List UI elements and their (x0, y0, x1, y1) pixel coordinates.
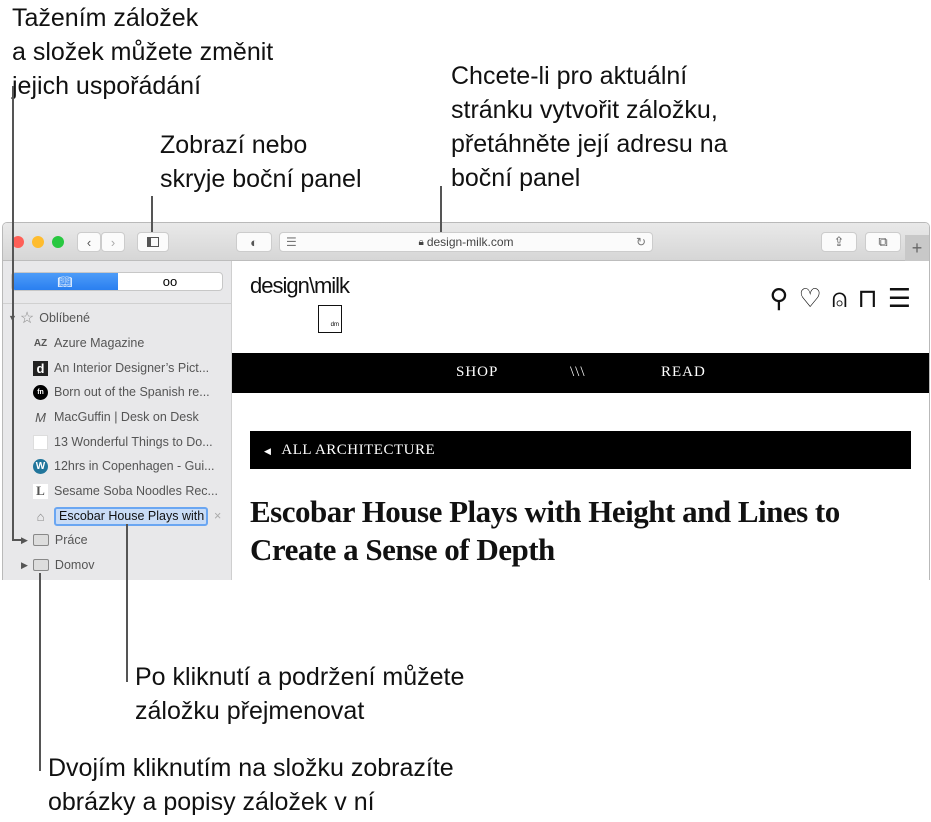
bookmark-item[interactable]: 13 Wonderful Things to Do... (33, 430, 213, 454)
reading-list-tab[interactable]: oo (118, 273, 222, 290)
chevron-right-icon: › (110, 234, 116, 250)
sidebar-tabs: 📖︎ oo (11, 272, 223, 291)
site-logo[interactable]: design\milk (250, 273, 350, 299)
sidebar-icon (147, 237, 159, 247)
milk-carton-logo: dm (318, 305, 342, 333)
minimize-button[interactable] (32, 236, 44, 248)
bag-icon[interactable]: ⊓ (857, 283, 877, 315)
clear-icon[interactable]: × (214, 509, 221, 523)
forward-button[interactable]: › (101, 232, 125, 252)
caret-left-icon: ◀ (264, 446, 272, 456)
favicon-icon: ⌂ (36, 508, 45, 524)
url-text: design-milk.com (426, 235, 514, 249)
favorites-folder[interactable]: ▼ ☆ Oblíbené (8, 306, 90, 330)
nav-logo-mark[interactable]: \\\ (570, 364, 586, 381)
favicon-icon: d (33, 360, 48, 376)
star-icon: ☆ (19, 310, 35, 327)
folder-icon (32, 534, 49, 546)
annotation-folder: Dvojím kliknutím na složku zobrazíte obr… (48, 754, 454, 816)
callout-line (12, 86, 14, 541)
favicon-icon: AZ (33, 337, 48, 349)
user-icon[interactable]: ⍝ (832, 283, 848, 315)
bookmark-item[interactable]: fn Born out of the Spanish re... (33, 380, 210, 404)
glasses-icon: oo (162, 274, 178, 289)
article-title: Escobar House Plays with Height and Line… (250, 494, 840, 567)
rename-field[interactable]: Escobar House Plays with (54, 506, 208, 526)
web-content: design\milk dm ⚲ ♡ ⍝ ⊓ ☰ SHOP \\\ READ ◀… (232, 261, 929, 580)
favicon-icon: fn (33, 384, 48, 400)
bookmark-item[interactable]: M MacGuffin | Desk on Desk (33, 405, 199, 429)
sidebar-toggle-button[interactable] (137, 232, 169, 252)
site-icons: ⚲ ♡ ⍝ ⊓ ☰ (769, 283, 911, 315)
toolbar: ‹ › ◐ ☰ 🔒︎ design-milk.com ↻ ⇪ ⧉ + (3, 223, 929, 261)
nav-read[interactable]: READ (661, 364, 706, 381)
wordpress-icon: W (33, 458, 48, 474)
folder-prace[interactable]: ▶ Práce (21, 528, 88, 552)
reload-icon[interactable]: ↻ (636, 235, 646, 249)
reader-icon[interactable]: ☰ (286, 235, 297, 249)
annotation-add-bookmark: Chcete-li pro aktuální stránku vytvořit … (451, 62, 728, 192)
bookmarks-tab[interactable]: 📖︎ (12, 273, 118, 290)
privacy-button[interactable]: ◐ (236, 232, 272, 252)
bookmark-item[interactable]: W 12hrs in Copenhagen - Gui... (33, 454, 215, 478)
disclosure-closed-icon: ▶ (21, 559, 28, 570)
callout-line (126, 524, 128, 682)
breadcrumb[interactable]: ◀ ALL ARCHITECTURE (250, 431, 911, 469)
shield-icon: ◐ (250, 234, 258, 250)
annotation-rename: Po kliknutí a podržení můžete záložku př… (135, 663, 465, 725)
callout-line (12, 539, 22, 541)
zoom-button[interactable] (52, 236, 64, 248)
menu-icon[interactable]: ☰ (888, 283, 911, 315)
share-button[interactable]: ⇪ (821, 232, 857, 252)
share-icon: ⇪ (833, 234, 845, 249)
favicon-icon: L (33, 483, 48, 499)
folder-icon (32, 559, 49, 571)
nav-shop[interactable]: SHOP (456, 364, 498, 381)
new-tab-button[interactable]: + (905, 235, 929, 261)
disclosure-closed-icon: ▶ (21, 534, 28, 545)
favicon-icon: M (35, 409, 46, 425)
safari-window: ‹ › ◐ ☰ 🔒︎ design-milk.com ↻ ⇪ ⧉ + 📖︎ oo… (2, 222, 930, 580)
favicon-icon (33, 434, 48, 450)
address-bar[interactable]: ☰ 🔒︎ design-milk.com ↻ (279, 232, 653, 252)
annotation-reorder: Tažením záložek a složek můžete změnit j… (12, 4, 274, 100)
sidebar: 📖︎ oo ▼ ☆ Oblíbené AZAzure Magazine dAn … (3, 261, 232, 580)
book-icon: 📖︎ (57, 274, 73, 289)
callout-line (440, 186, 442, 232)
lock-icon: 🔒︎ (418, 236, 424, 248)
site-nav: SHOP \\\ READ (232, 353, 929, 393)
bookmark-item[interactable]: d An Interior Designer’s Pict... (33, 356, 209, 380)
bookmark-item[interactable]: L Sesame Soba Noodles Rec... (33, 479, 218, 503)
heart-icon[interactable]: ♡ (798, 283, 821, 315)
search-icon[interactable]: ⚲ (769, 283, 788, 315)
tabs-overview-icon: ⧉ (878, 234, 888, 249)
back-button[interactable]: ‹ (77, 232, 101, 252)
annotation-sidebar-toggle: Zobrazí nebo skryje boční panel (160, 131, 362, 193)
bookmark-item[interactable]: AZ Azure Magazine (33, 331, 145, 355)
chevron-left-icon: ‹ (86, 234, 92, 250)
folder-domov[interactable]: ▶ Domov (21, 553, 95, 577)
divider (3, 303, 232, 304)
callout-line (151, 196, 153, 232)
tabs-button[interactable]: ⧉ (865, 232, 901, 252)
callout-line (39, 573, 41, 771)
